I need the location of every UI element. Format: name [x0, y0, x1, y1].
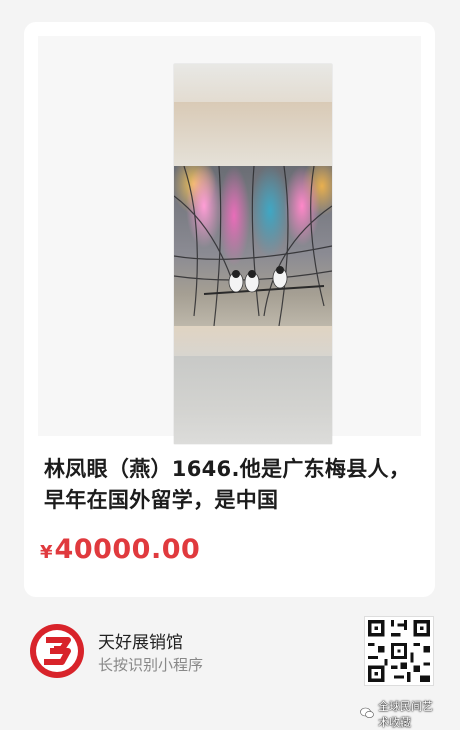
- scroll-painting: [174, 64, 332, 444]
- scroll-bottom-mount: [174, 356, 332, 444]
- mini-program-name: 天好展销馆: [98, 633, 183, 653]
- scroll-upper-mount: [174, 102, 332, 166]
- product-price: ¥ 40000.00: [40, 534, 200, 565]
- product-title[interactable]: 林凤眼（燕）1646.他是广东梅县人，早年在国外留学，是中国: [44, 454, 419, 516]
- qr-code-icon[interactable]: [364, 616, 434, 686]
- currency-symbol: ¥: [40, 542, 53, 563]
- watermark: 全球民间艺术收藏: [360, 698, 435, 730]
- wechat-official-account-icon: [360, 707, 374, 722]
- red-3-logo-icon: [28, 622, 86, 680]
- mini-program-footer[interactable]: 天好展销馆 长按识别小程序 全球民间艺术收藏: [24, 612, 435, 729]
- product-image[interactable]: [38, 36, 421, 444]
- watermark-text: 全球民间艺术收藏: [378, 700, 433, 729]
- mini-program-hint: 长按识别小程序: [98, 656, 204, 674]
- price-amount: 40000.00: [54, 534, 201, 565]
- scroll-lower-mount: [174, 326, 332, 356]
- scroll-top-mount: [174, 64, 332, 102]
- product-card[interactable]: 林凤眼（燕）1646.他是广东梅县人，早年在国外留学，是中国 ¥ 40000.0…: [24, 22, 435, 597]
- swallow-painting: [174, 166, 332, 326]
